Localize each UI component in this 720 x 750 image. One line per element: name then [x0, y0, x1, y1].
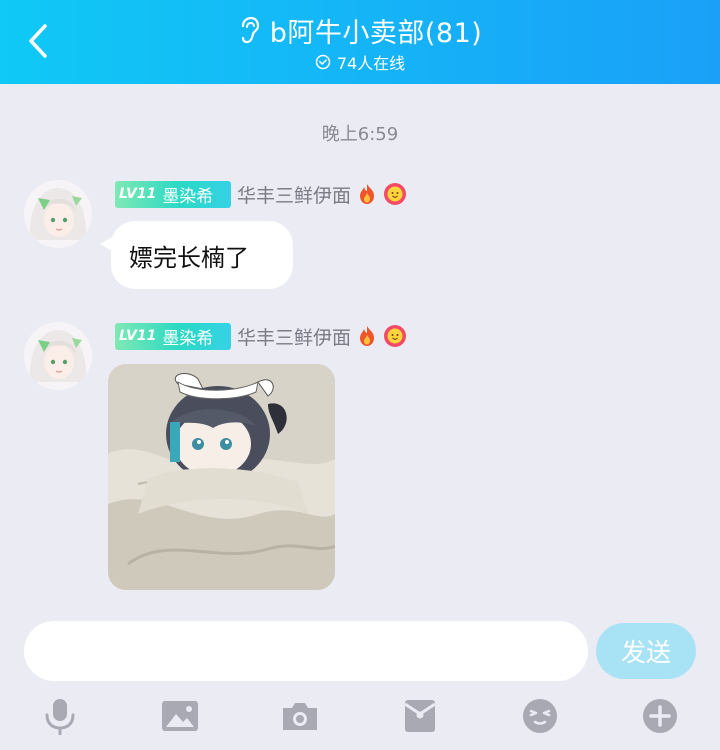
plus-icon [643, 699, 677, 733]
avatar[interactable] [24, 322, 92, 390]
send-button[interactable]: 发送 [596, 623, 696, 679]
sender-row: LV11 墨染希 华丰三鲜伊面 [115, 180, 407, 208]
image-message[interactable] [108, 364, 335, 590]
message-text: 嫖完长楠了 [129, 243, 249, 272]
red-packet-icon [404, 700, 436, 732]
more-button[interactable] [640, 696, 680, 736]
fire-icon [360, 326, 375, 346]
avatar[interactable] [24, 180, 92, 248]
group-title: b阿牛小卖部(81) [269, 17, 483, 49]
check-circle-icon [315, 54, 331, 70]
photo-button[interactable] [160, 696, 200, 736]
image-icon [162, 701, 198, 731]
fire-icon [360, 184, 375, 204]
sender-row: LV11 墨染希 华丰三鲜伊面 [115, 322, 407, 350]
level-badge: LV11 墨染希 [115, 180, 231, 208]
microphone-icon [45, 699, 75, 735]
avatar-image [24, 180, 92, 248]
sender-name[interactable]: 华丰三鲜伊面 [237, 181, 351, 208]
chat-header: b阿牛小卖部(81) 74人在线 [0, 0, 720, 84]
avatar-image [24, 322, 92, 390]
emoji-button[interactable] [520, 696, 560, 736]
badge-name: 墨染希 [162, 186, 214, 207]
sender-name[interactable]: 华丰三鲜伊面 [237, 323, 351, 350]
message-input[interactable] [24, 621, 588, 681]
badge-name: 墨染希 [162, 328, 214, 349]
level-label: LV11 [119, 328, 157, 344]
online-count: 74人在线 [336, 54, 406, 73]
emoji-icon [523, 699, 557, 733]
online-status: 74人在线 [0, 50, 720, 74]
camera-icon [283, 703, 317, 730]
level-label: LV11 [119, 186, 157, 202]
message-bubble[interactable]: 嫖完长楠了 [111, 221, 293, 289]
voice-button[interactable] [40, 696, 80, 736]
level-badge: LV11 墨染希 [115, 322, 231, 350]
red-packet-button[interactable] [400, 696, 440, 736]
camera-button[interactable] [280, 696, 320, 736]
flower-emoji-icon [384, 183, 407, 205]
title-row[interactable]: b阿牛小卖部(81) [0, 10, 720, 50]
sticker-image [108, 364, 335, 590]
message-timestamp: 晚上6:59 [321, 124, 399, 145]
ear-icon [241, 16, 259, 44]
flower-emoji-icon [384, 325, 407, 347]
